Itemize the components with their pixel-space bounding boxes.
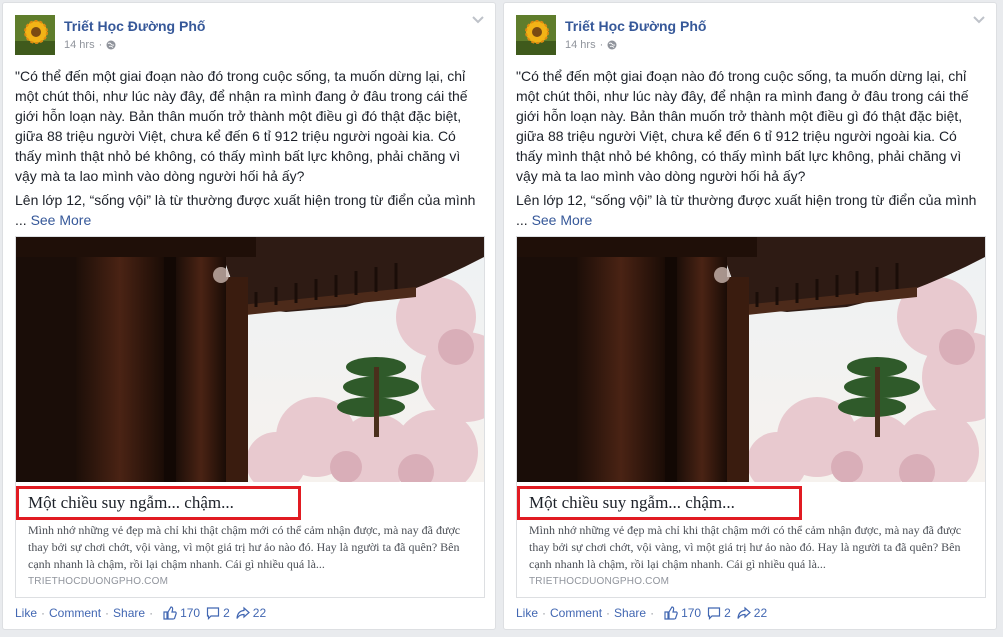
like-link[interactable]: Like — [516, 606, 538, 620]
meta-separator: · — [98, 39, 103, 51]
speech-bubble-icon[interactable] — [707, 606, 721, 620]
action-bar: Like · Comment · Share · 170 2 22 — [516, 606, 767, 620]
page-avatar[interactable] — [516, 15, 556, 55]
comment-link[interactable]: Comment — [49, 606, 101, 620]
comments-count[interactable]: 2 — [223, 606, 230, 620]
ellipsis: ... — [15, 212, 27, 228]
post-caption: "Có thể đến một giai đoạn nào đó trong c… — [516, 66, 986, 230]
share-arrow-icon[interactable] — [737, 606, 751, 620]
post-meta: 14 hrs · — [565, 39, 617, 51]
shares-count[interactable]: 22 — [754, 606, 767, 620]
shares-count[interactable]: 22 — [253, 606, 266, 620]
share-arrow-icon[interactable] — [236, 606, 250, 620]
share-link[interactable]: Share — [113, 606, 145, 620]
page-name[interactable]: Triết Học Đường Phố — [64, 18, 205, 34]
action-separator: · — [41, 606, 46, 620]
post-time[interactable]: 14 hrs — [64, 39, 95, 51]
chevron-down-icon[interactable] — [972, 15, 986, 25]
action-separator: · — [149, 606, 154, 620]
link-domain: TRIETHOCDUONGPHO.COM — [28, 576, 169, 587]
post-caption: "Có thể đến một giai đoạn nào đó trong c… — [15, 66, 485, 230]
post-card: Triết Học Đường Phố 14 hrs · "Có thể đến… — [503, 2, 997, 630]
see-more-row: ... See More — [516, 210, 986, 230]
link-description: Mình nhớ những vẻ đẹp mà chỉ khi thật ch… — [529, 523, 962, 571]
action-separator: · — [542, 606, 547, 620]
thumbs-up-icon[interactable] — [664, 606, 678, 620]
page-avatar[interactable] — [15, 15, 55, 55]
action-separator: · — [650, 606, 655, 620]
see-more-link[interactable]: See More — [31, 212, 92, 228]
link-preview[interactable]: Một chiều suy ngẫm... chậm... Mình nhớ n… — [15, 236, 485, 598]
post-meta: 14 hrs · — [64, 39, 116, 51]
page-name[interactable]: Triết Học Đường Phố — [565, 18, 706, 34]
thumbs-up-icon[interactable] — [163, 606, 177, 620]
post-time[interactable]: 14 hrs — [565, 39, 596, 51]
like-link[interactable]: Like — [15, 606, 37, 620]
speech-bubble-icon[interactable] — [206, 606, 220, 620]
link-title[interactable]: Một chiều suy ngẫm... chậm... — [28, 493, 234, 513]
see-more-link[interactable]: See More — [532, 212, 593, 228]
link-description: Mình nhớ những vẻ đẹp mà chỉ khi thật ch… — [28, 523, 461, 571]
link-title[interactable]: Một chiều suy ngẫm... chậm... — [529, 493, 735, 513]
caption-paragraph: Lên lớp 12, “sống vội” là từ thường được… — [15, 192, 476, 208]
meta-separator: · — [599, 39, 604, 51]
ellipsis: ... — [516, 212, 528, 228]
link-preview-image[interactable] — [16, 237, 484, 482]
globe-icon[interactable] — [106, 40, 116, 50]
share-link[interactable]: Share — [614, 606, 646, 620]
caption-paragraph: "Có thể đến một giai đoạn nào đó trong c… — [516, 68, 969, 184]
link-domain: TRIETHOCDUONGPHO.COM — [529, 576, 670, 587]
link-preview-image[interactable] — [517, 237, 985, 482]
action-separator: · — [105, 606, 110, 620]
see-more-row: ... See More — [15, 210, 485, 230]
action-separator: · — [606, 606, 611, 620]
likes-count[interactable]: 170 — [681, 606, 701, 620]
post-card: Triết Học Đường Phố 14 hrs · "Có thể đến… — [2, 2, 496, 630]
caption-paragraph: Lên lớp 12, “sống vội” là từ thường được… — [516, 192, 977, 208]
link-preview[interactable]: Một chiều suy ngẫm... chậm... Mình nhớ n… — [516, 236, 986, 598]
likes-count[interactable]: 170 — [180, 606, 200, 620]
action-bar: Like · Comment · Share · 170 2 22 — [15, 606, 266, 620]
chevron-down-icon[interactable] — [471, 15, 485, 25]
comment-link[interactable]: Comment — [550, 606, 602, 620]
globe-icon[interactable] — [607, 40, 617, 50]
caption-paragraph: "Có thể đến một giai đoạn nào đó trong c… — [15, 68, 468, 184]
comments-count[interactable]: 2 — [724, 606, 731, 620]
